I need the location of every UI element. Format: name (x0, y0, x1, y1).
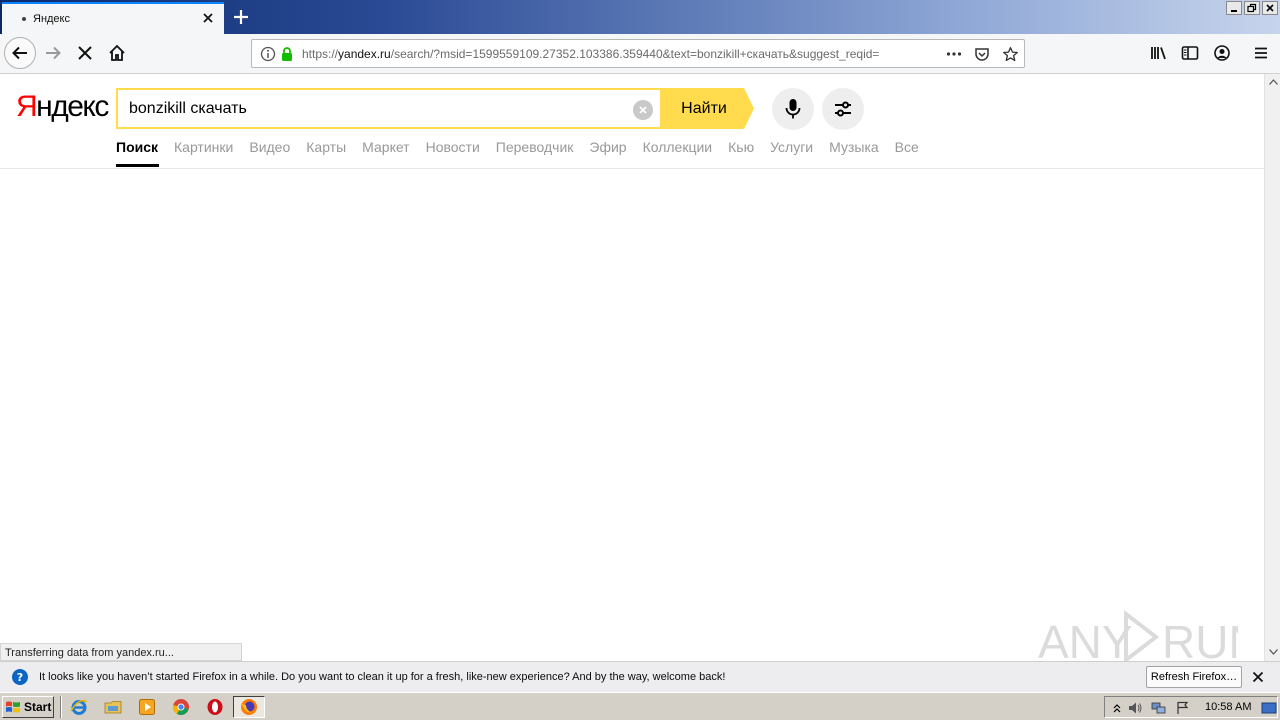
url-path: /search/?msid=1599559109.27352.103386.35… (390, 47, 880, 61)
account-icon[interactable] (1211, 42, 1233, 64)
tab-title: Яндекс (33, 13, 70, 25)
anyrun-watermark: ANY RUN (1038, 606, 1262, 668)
notification-bar: ? It looks like you haven’t started Fire… (0, 661, 1280, 692)
clear-search-icon[interactable] (633, 100, 653, 120)
windows-taskbar: Start 10:58 AM (0, 692, 1280, 720)
notification-text: It looks like you haven’t started Firefo… (39, 671, 726, 683)
firefox-icon (241, 699, 257, 715)
action-center-flag-icon[interactable] (1175, 700, 1191, 716)
scroll-up-icon[interactable] (1267, 76, 1279, 88)
library-icon[interactable] (1148, 42, 1170, 64)
explorer-icon[interactable] (104, 698, 122, 716)
url-scheme: https:// (302, 47, 339, 61)
service-q[interactable]: Кью (728, 139, 754, 159)
logo-rest: ндекс (36, 90, 109, 123)
taskbar-separator (60, 696, 62, 718)
windows-logo-icon (6, 701, 20, 713)
navigation-toolbar: https://yandex.ru/search/?msid=159955910… (0, 34, 1280, 74)
active-service-underline (116, 164, 159, 167)
search-services-nav: Поиск Картинки Видео Карты Маркет Новост… (116, 139, 919, 159)
service-all[interactable]: Все (895, 139, 919, 159)
screen: { "browser": { "tab_title": "Яндекс", "u… (0, 0, 1280, 720)
notification-close-icon[interactable] (1250, 669, 1266, 685)
sidebar-icon[interactable] (1179, 42, 1201, 64)
url-fade (872, 43, 912, 65)
service-music[interactable]: Музыка (829, 139, 879, 159)
volume-icon[interactable] (1127, 700, 1143, 716)
start-button[interactable]: Start (2, 696, 54, 718)
ie-icon[interactable] (70, 698, 88, 716)
search-button[interactable]: Найти (660, 88, 754, 129)
url-text[interactable]: https://yandex.ru/search/?msid=159955910… (302, 47, 912, 63)
filter-sliders-icon (835, 101, 851, 117)
new-tab-icon[interactable] (230, 6, 252, 28)
pocket-icon[interactable] (973, 45, 991, 63)
page-actions-icon[interactable] (945, 45, 963, 63)
system-tray: 10:58 AM (1104, 696, 1278, 718)
minimize-button[interactable] (1226, 1, 1242, 15)
yandex-logo[interactable]: Яндекс (16, 90, 109, 124)
service-video[interactable]: Видео (249, 139, 290, 159)
home-button[interactable] (106, 42, 128, 64)
show-hidden-icons-icon[interactable] (1109, 700, 1125, 716)
chrome-icon[interactable] (172, 698, 190, 716)
url-bar[interactable]: https://yandex.ru/search/?msid=159955910… (251, 39, 1025, 68)
lock-icon (278, 45, 296, 63)
search-button-label: Найти (681, 99, 727, 117)
service-collections[interactable]: Коллекции (643, 139, 713, 159)
network-icon[interactable] (1151, 700, 1167, 716)
tab-close-icon[interactable] (200, 10, 216, 26)
menu-hamburger-icon[interactable] (1250, 42, 1272, 64)
service-translate[interactable]: Переводчик (496, 139, 574, 159)
back-button[interactable] (4, 37, 36, 69)
service-uslugi[interactable]: Услуги (770, 139, 813, 159)
info-icon: ? (12, 669, 28, 685)
service-images[interactable]: Картинки (174, 139, 233, 159)
status-text: Transferring data from yandex.ru... (0, 643, 242, 661)
logo-first-letter: Я (16, 90, 38, 123)
microphone-icon (785, 99, 801, 119)
back-arrow-icon (12, 46, 27, 60)
opera-icon[interactable] (206, 698, 224, 716)
start-label: Start (24, 700, 52, 714)
url-domain: yandex.ru (338, 47, 391, 61)
close-window-button[interactable] (1262, 1, 1278, 15)
window-controls (1226, 1, 1278, 15)
bookmark-star-icon[interactable] (1001, 45, 1019, 63)
site-info-icon[interactable] (259, 45, 277, 63)
forward-button[interactable] (42, 42, 64, 64)
refresh-firefox-button[interactable]: Refresh Firefox… (1146, 666, 1242, 688)
media-player-icon[interactable] (138, 698, 156, 716)
stop-loading-button[interactable] (74, 42, 96, 64)
loading-dot-icon (22, 17, 26, 21)
service-maps[interactable]: Карты (306, 139, 346, 159)
taskbar-clock[interactable]: 10:58 AM (1205, 701, 1251, 713)
tab-yandex[interactable]: Яндекс (2, 2, 224, 34)
show-desktop-icon[interactable] (1261, 700, 1277, 716)
firefox-task-button[interactable] (233, 696, 265, 718)
service-efir[interactable]: Эфир (589, 139, 626, 159)
service-search[interactable]: Поиск (116, 139, 158, 159)
browser-titlebar: Яндекс (0, 0, 1280, 34)
scroll-down-icon[interactable] (1267, 646, 1279, 658)
restore-button[interactable] (1244, 1, 1260, 15)
search-box (116, 88, 662, 129)
service-market[interactable]: Маркет (362, 139, 409, 159)
search-settings-button[interactable] (822, 88, 864, 130)
service-news[interactable]: Новости (426, 139, 480, 159)
header-divider (0, 168, 1264, 169)
search-input[interactable] (129, 98, 609, 120)
voice-search-button[interactable] (772, 88, 814, 130)
vertical-scrollbar[interactable] (1264, 74, 1280, 661)
